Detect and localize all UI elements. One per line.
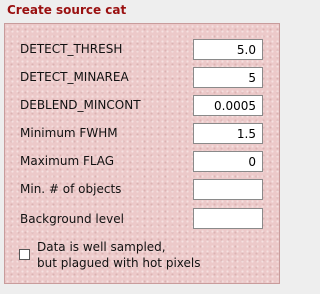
detect-minarea-label: DETECT_MINAREA: [20, 70, 129, 84]
min-objects-input[interactable]: [193, 179, 263, 200]
deblend-mincont-input[interactable]: [193, 95, 263, 116]
detect-thresh-label: DETECT_THRESH: [20, 42, 123, 56]
minimum-fwhm-input[interactable]: [193, 123, 263, 144]
background-level-label: Background level: [20, 212, 124, 226]
min-objects-label: Min. # of objects: [20, 182, 122, 196]
hot-pixels-checkbox[interactable]: [19, 249, 30, 260]
maximum-flag-label: Maximum FLAG: [20, 154, 115, 168]
section-title: Create source cat: [7, 3, 127, 17]
hot-pixels-checkbox-label: Data is well sampled, but plagued with h…: [37, 239, 200, 271]
deblend-mincont-label: DEBLEND_MINCONT: [20, 98, 141, 112]
maximum-flag-input[interactable]: [193, 151, 263, 172]
minimum-fwhm-label: Minimum FWHM: [20, 126, 118, 140]
detect-minarea-input[interactable]: [193, 67, 263, 88]
hot-pixels-label-line2: but plagued with hot pixels: [37, 256, 201, 270]
background-level-input[interactable]: [193, 208, 263, 229]
hot-pixels-label-line1: Data is well sampled,: [37, 240, 166, 254]
detect-thresh-input[interactable]: [193, 39, 263, 60]
source-cat-panel: DETECT_THRESH DETECT_MINAREA DEBLEND_MIN…: [4, 23, 280, 284]
